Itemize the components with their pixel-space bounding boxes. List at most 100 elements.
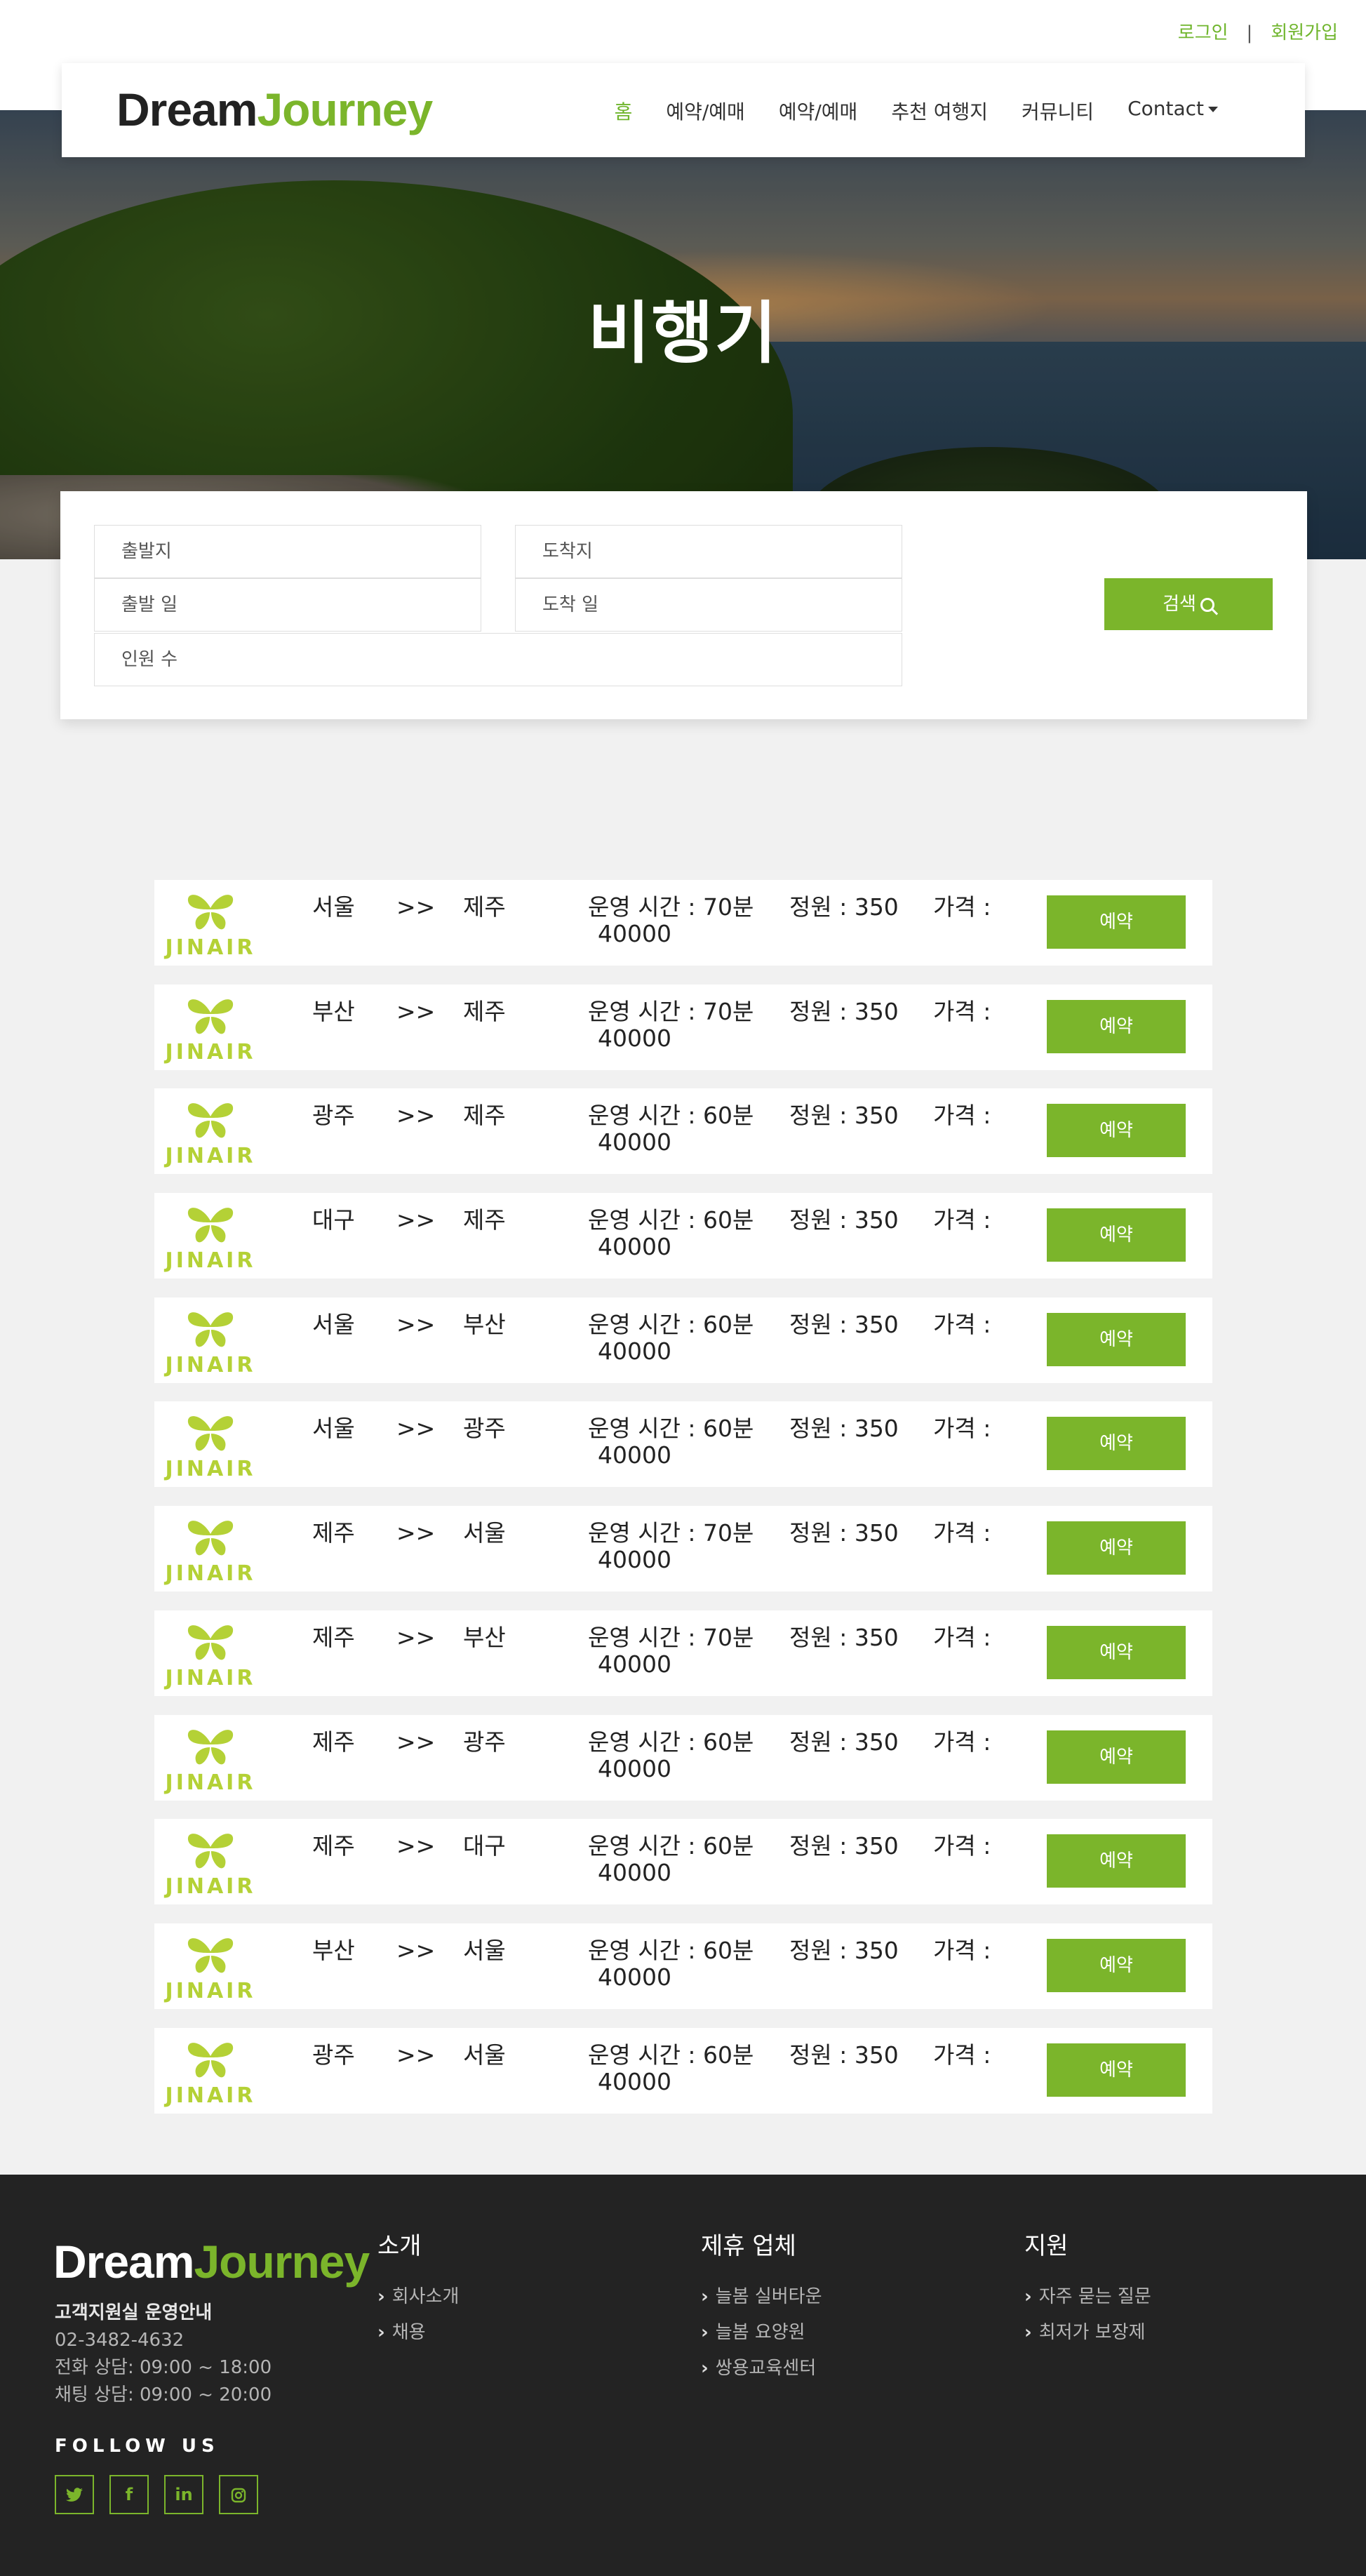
footer-link-education-center[interactable]: › 쌍용교육센터	[701, 2351, 822, 2387]
nav-community[interactable]: 커뮤니티	[1022, 97, 1094, 125]
flight-capacity: 정원 : 350	[789, 893, 899, 921]
footer-link-company[interactable]: › 회사소개	[377, 2279, 459, 2315]
flight-duration: 운영 시간 : 60분	[588, 1936, 754, 1964]
login-link[interactable]: 로그인	[1178, 18, 1228, 44]
jinair-logo: JINAIR	[164, 996, 257, 1066]
flight-duration: 운영 시간 : 60분	[588, 1728, 754, 1756]
jinair-logo: JINAIR	[164, 2039, 257, 2109]
flight-price: 40000	[598, 1859, 671, 1887]
chevron-right-icon: ›	[701, 2286, 709, 2307]
flight-price: 40000	[598, 1233, 671, 1261]
book-button[interactable]: 예약	[1047, 1834, 1186, 1888]
flight-price: 40000	[598, 1337, 671, 1365]
main-menu: 홈 예약/예매 예약/예매 추천 여행지 커뮤니티 Contact	[615, 97, 1218, 125]
flight-origin: 제주	[312, 1832, 355, 1860]
book-button[interactable]: 예약	[1047, 2043, 1186, 2097]
jinair-wordmark: JINAIR	[165, 1144, 256, 1169]
follow-us-heading: FOLLOW US	[55, 2436, 220, 2457]
chevron-down-icon	[1208, 107, 1218, 112]
book-button[interactable]: 예약	[1047, 999, 1186, 1053]
jinair-wordmark: JINAIR	[165, 1248, 256, 1274]
twitter-icon[interactable]	[55, 2475, 94, 2514]
flight-capacity: 정원 : 350	[789, 1728, 899, 1756]
footer-brand-part1: Dream	[53, 2236, 194, 2288]
auth-links: 로그인 | 회원가입	[1178, 18, 1338, 44]
butterfly-icon	[187, 1416, 234, 1451]
flight-destination: 제주	[463, 1102, 506, 1130]
arrival-field[interactable]: 도착지	[515, 525, 902, 578]
flight-origin: 제주	[312, 1519, 355, 1547]
book-button[interactable]: 예약	[1047, 1312, 1186, 1366]
flight-destination: 제주	[463, 997, 506, 1025]
footer-brand-logo[interactable]: DreamJourney	[53, 2235, 370, 2288]
flight-origin: 부산	[312, 997, 355, 1025]
flight-origin: 광주	[312, 2041, 355, 2069]
search-button[interactable]: 검색	[1104, 578, 1273, 630]
flight-arrow: >>	[396, 1415, 436, 1443]
book-button[interactable]: 예약	[1047, 1938, 1186, 1992]
footer-link-faq[interactable]: › 자주 묻는 질문	[1024, 2279, 1151, 2315]
book-button[interactable]: 예약	[1047, 1417, 1186, 1471]
flight-capacity: 정원 : 350	[789, 1832, 899, 1860]
jinair-wordmark: JINAIR	[165, 1978, 256, 2003]
passengers-field[interactable]: 인원 수	[94, 633, 902, 686]
chevron-right-icon: ›	[1024, 2322, 1032, 2343]
butterfly-icon	[187, 2042, 234, 2077]
book-button[interactable]: 예약	[1047, 1625, 1186, 1679]
linkedin-icon[interactable]: in	[164, 2475, 203, 2514]
facebook-icon[interactable]: f	[109, 2475, 149, 2514]
brand-logo-part1: Dream	[116, 84, 257, 135]
arrival-date-field[interactable]: 도착 일	[515, 578, 902, 632]
book-button[interactable]: 예약	[1047, 895, 1186, 949]
flight-price: 40000	[598, 1441, 671, 1469]
flight-duration: 운영 시간 : 60분	[588, 1102, 754, 1130]
jinair-wordmark: JINAIR	[165, 2083, 256, 2108]
book-button[interactable]: 예약	[1047, 1730, 1186, 1784]
flight-price: 40000	[598, 1754, 671, 1782]
flight-origin: 서울	[312, 1310, 355, 1338]
flight-duration: 운영 시간 : 60분	[588, 1310, 754, 1338]
jinair-logo: JINAIR	[164, 1517, 257, 1587]
book-button[interactable]: 예약	[1047, 1521, 1186, 1575]
nav-contact-label: Contact	[1127, 97, 1204, 120]
footer-link-silver-town[interactable]: › 늘봄 실버타운	[701, 2279, 822, 2315]
flight-price-label: 가격 :	[933, 1102, 991, 1130]
flight-price-label: 가격 :	[933, 1415, 991, 1443]
flight-arrow: >>	[396, 1310, 436, 1338]
signup-link[interactable]: 회원가입	[1271, 18, 1338, 44]
flight-price-label: 가격 :	[933, 1206, 991, 1234]
nav-contact-dropdown[interactable]: Contact	[1127, 97, 1218, 125]
nav-home[interactable]: 홈	[615, 97, 633, 125]
footer-link-label: 자주 묻는 질문	[1038, 2286, 1151, 2307]
flight-duration: 운영 시간 : 60분	[588, 2041, 754, 2069]
departure-field[interactable]: 출발지	[94, 525, 481, 578]
jinair-wordmark: JINAIR	[165, 1457, 256, 1482]
departure-date-field[interactable]: 출발 일	[94, 578, 481, 632]
book-button[interactable]: 예약	[1047, 1208, 1186, 1262]
footer-link-nursing-home[interactable]: › 늘봄 요양원	[701, 2315, 822, 2351]
jinair-wordmark: JINAIR	[165, 1561, 256, 1587]
flight-arrow: >>	[396, 1936, 436, 1964]
butterfly-icon	[187, 1937, 234, 1973]
page-title: 비행기	[588, 294, 778, 373]
jinair-logo: JINAIR	[164, 1413, 257, 1483]
flight-row: JINAIR 광주 >> 제주 운영 시간 : 60분 정원 : 350 가격 …	[154, 1088, 1212, 1175]
flight-price-label: 가격 :	[933, 1936, 991, 1964]
flight-row: JINAIR 서울 >> 제주 운영 시간 : 70분 정원 : 350 가격 …	[154, 880, 1212, 966]
chevron-right-icon: ›	[701, 2322, 709, 2343]
brand-logo[interactable]: DreamJourney	[116, 83, 433, 136]
flight-origin: 제주	[312, 1623, 355, 1651]
footer-col-partners-title: 제휴 업체	[701, 2232, 796, 2260]
instagram-icon[interactable]	[219, 2475, 258, 2514]
flight-arrow: >>	[396, 1728, 436, 1756]
footer-link-careers[interactable]: › 채용	[377, 2315, 459, 2351]
flight-arrow: >>	[396, 1102, 436, 1130]
footer-link-best-price[interactable]: › 최저가 보장제	[1024, 2315, 1151, 2351]
nav-reservation-2[interactable]: 예약/예매	[779, 97, 857, 125]
flight-destination: 광주	[463, 1415, 506, 1443]
chevron-right-icon: ›	[701, 2358, 709, 2379]
nav-reservation-1[interactable]: 예약/예매	[666, 97, 744, 125]
flight-origin: 대구	[312, 1206, 355, 1234]
book-button[interactable]: 예약	[1047, 1104, 1186, 1158]
nav-recommended-destinations[interactable]: 추천 여행지	[891, 97, 988, 125]
